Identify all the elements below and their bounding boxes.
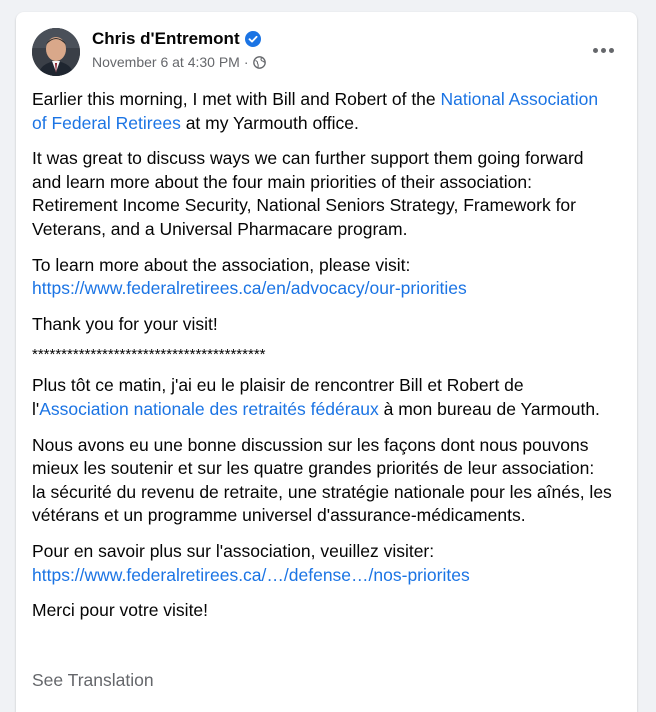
globe-icon[interactable] xyxy=(252,55,266,69)
paragraph-7: Pour en savoir plus sur l'association, v… xyxy=(32,540,612,587)
avatar-image xyxy=(32,28,80,76)
paragraph-6: Nous avons eu une bonne discussion sur l… xyxy=(32,434,612,526)
meta-separator: · xyxy=(243,54,249,70)
paragraph-5-text-end: à mon bureau de Yarmouth. xyxy=(378,398,600,419)
paragraph-2: It was great to discuss ways we can furt… xyxy=(32,148,584,239)
association-link-fr[interactable]: Association nationale des retraités fédé… xyxy=(39,399,379,419)
verified-badge-icon xyxy=(244,31,261,47)
post-header: Chris d'Entremont November 6 at 4:30 PM … xyxy=(32,28,625,76)
author-row: Chris d'Entremont xyxy=(92,29,261,49)
author-avatar[interactable] xyxy=(32,28,80,76)
post-card: Chris d'Entremont November 6 at 4:30 PM … xyxy=(16,12,637,712)
paragraph-5: Plus tôt ce matin, j'ai eu le plaisir de… xyxy=(32,374,612,421)
divider-line: **************************************** xyxy=(32,346,266,364)
more-options-icon[interactable] xyxy=(585,32,621,68)
post-body: Earlier this morning, I met with Bill an… xyxy=(32,88,612,635)
author-name[interactable]: Chris d'Entremont xyxy=(92,29,240,49)
paragraph-4: Thank you for your visit! xyxy=(32,313,218,334)
paragraph-1-text-end: at my Yarmouth office. xyxy=(180,112,359,133)
post-meta: November 6 at 4:30 PM · xyxy=(92,54,266,70)
paragraph-3: To learn more about the association, ple… xyxy=(32,254,612,301)
paragraph-7-text: Pour en savoir plus sur l'association, v… xyxy=(32,540,435,561)
see-translation-link[interactable]: See Translation xyxy=(32,670,154,691)
paragraph-1-text: Earlier this morning, I met with Bill an… xyxy=(32,89,441,109)
paragraph-1: Earlier this morning, I met with Bill an… xyxy=(32,88,612,135)
post-timestamp[interactable]: November 6 at 4:30 PM xyxy=(92,54,240,70)
priorities-url-fr[interactable]: https://www.federalretirees.ca/…/defense… xyxy=(32,565,470,585)
priorities-url-en[interactable]: https://www.federalretirees.ca/en/advoca… xyxy=(32,278,467,298)
paragraph-8: Merci pour votre visite! xyxy=(32,600,209,621)
paragraph-3-text: To learn more about the association, ple… xyxy=(32,254,411,275)
